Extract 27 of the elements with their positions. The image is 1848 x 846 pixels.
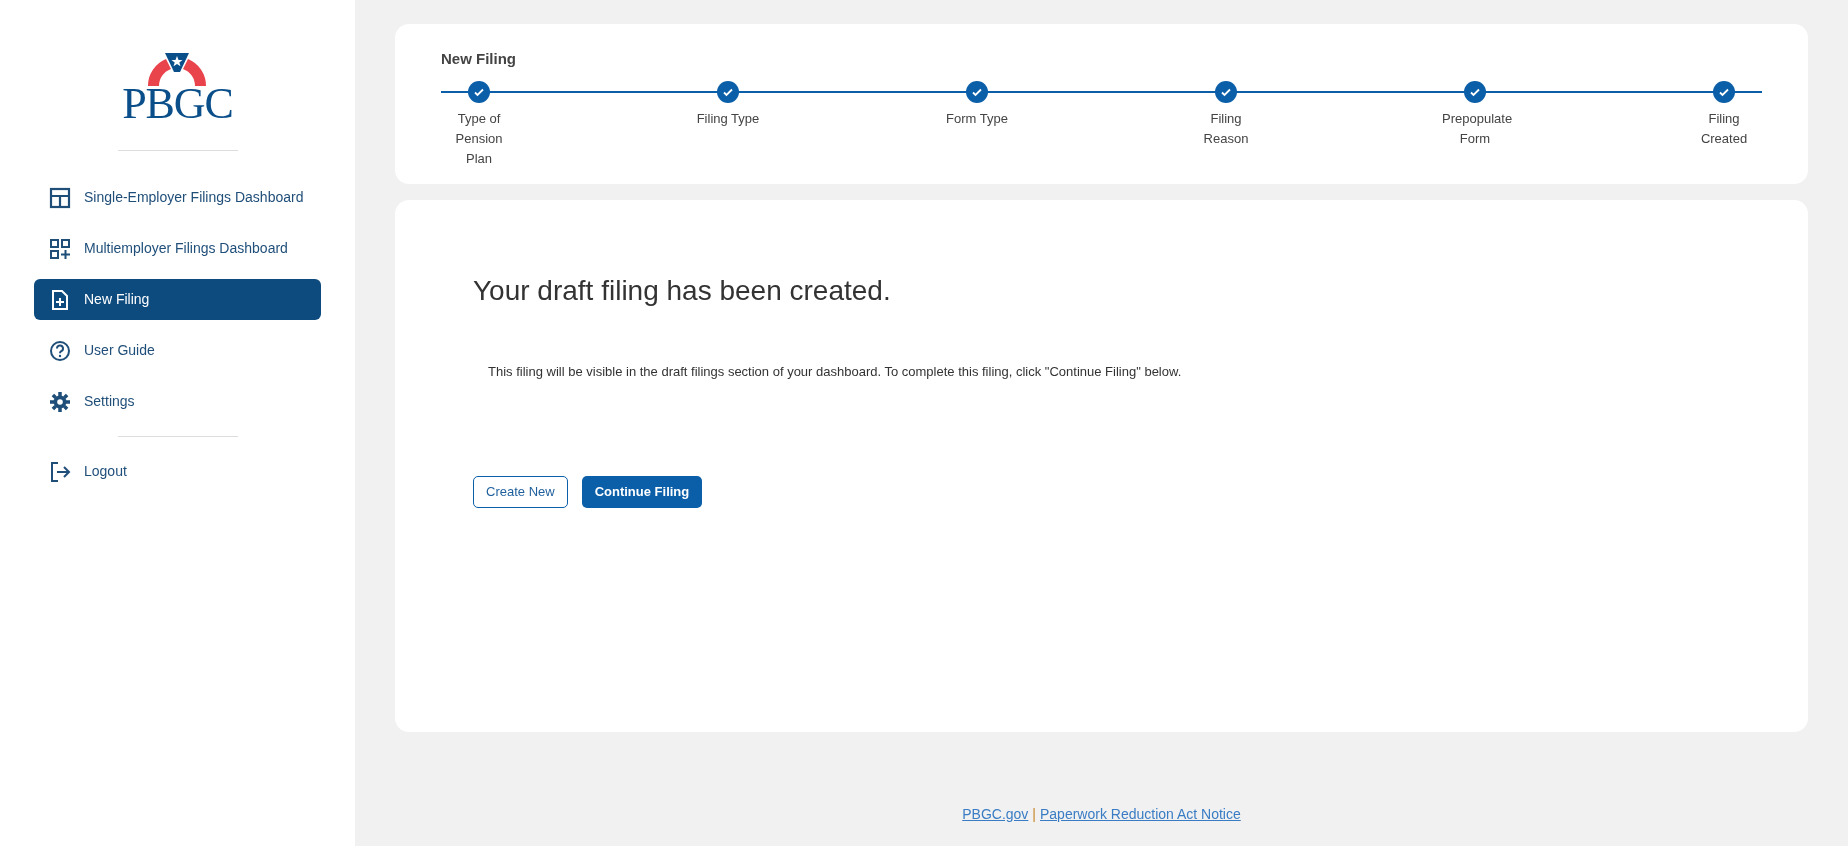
step-label: Form Type	[945, 109, 1009, 128]
step-label: Filing Type	[695, 109, 761, 128]
grid-plus-icon	[49, 237, 71, 260]
message-text: This filing will be visible in the draft filings section of your dashboard. To complete this filing, click "Continue Filing" below.	[488, 363, 1183, 381]
continue-button[interactable]: Continue Filing	[581, 475, 703, 508]
logo-text: PBGC	[122, 82, 233, 126]
stepper-title: New Filing	[441, 49, 517, 69]
nav-item[interactable]: Settings	[34, 381, 321, 422]
create-button[interactable]: Create New	[473, 475, 568, 508]
nav-item[interactable]: User Guide	[34, 330, 321, 371]
nav-item[interactable]: Single-Employer Filings Dashboard	[34, 177, 321, 218]
separator: |	[1032, 805, 1036, 824]
nav-item[interactable]: Multiemployer Filings Dashboard	[34, 228, 321, 269]
footer-link[interactable]: PBGC.gov	[962, 804, 1029, 825]
footer-link[interactable]: Paperwork Reduction Act Notice	[1040, 804, 1241, 825]
help-icon	[49, 339, 71, 362]
heading: Your draft filing has been created.	[473, 274, 892, 308]
step-label: Filing Reason	[1202, 109, 1250, 148]
nav-item[interactable]: Logout	[34, 451, 321, 492]
step-label: Type of Pension Plan	[454, 109, 504, 168]
arch-star-icon	[146, 52, 209, 86]
nav-item[interactable]: New Filing	[34, 279, 321, 320]
step-label: Filing Created	[1699, 109, 1749, 148]
file-plus-icon	[49, 288, 71, 311]
layout-icon	[49, 186, 71, 209]
settings-icon	[49, 390, 71, 413]
logout-icon	[49, 460, 71, 483]
